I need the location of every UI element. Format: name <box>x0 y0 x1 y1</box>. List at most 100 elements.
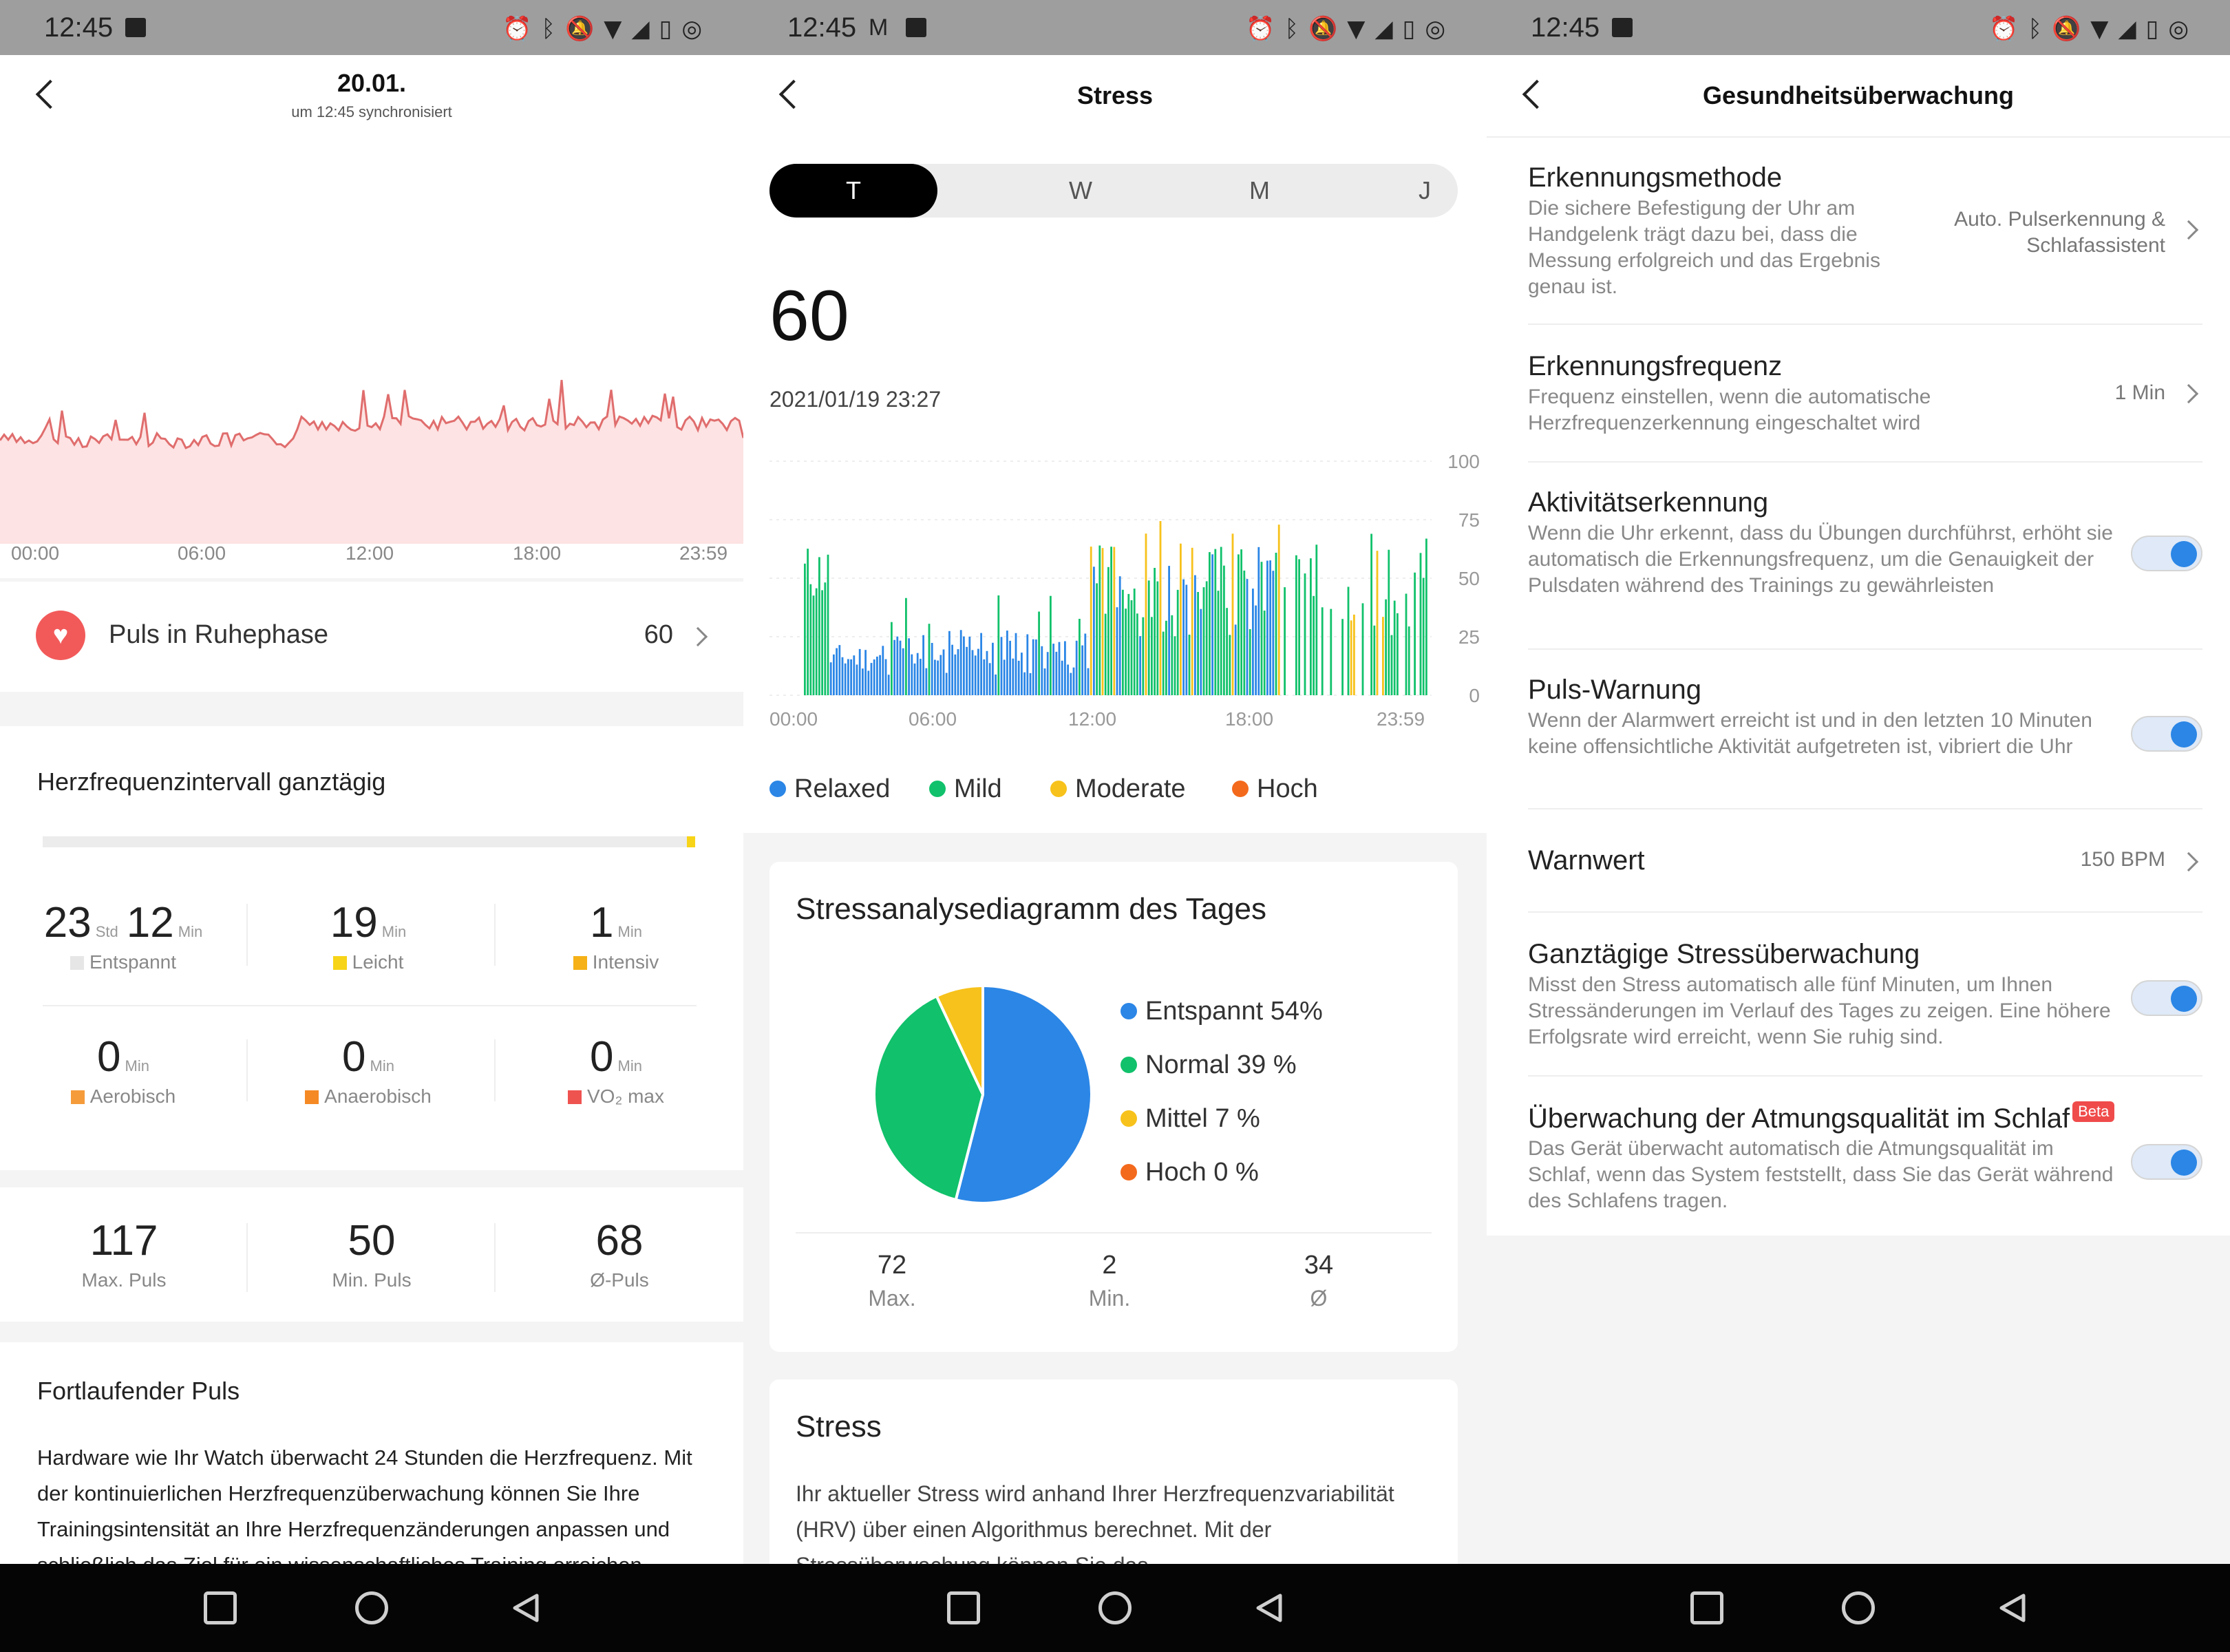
signal-icon: ◢ <box>631 15 650 43</box>
stress-bar <box>1113 547 1116 695</box>
stress-bar <box>891 622 893 695</box>
chevron-right-icon <box>688 626 708 647</box>
setting-title: Erkennungsmethode <box>1528 162 1783 193</box>
hr-warning-toggle[interactable] <box>2131 716 2202 752</box>
zone-value: 19 <box>330 899 378 946</box>
stress-panel: 12:45 M ⏰ ᛒ 🔕 ▼ ◢ ▯ ◎ Stress T W M J 60 … <box>743 0 1487 1652</box>
stress-bar <box>1180 543 1182 695</box>
setting-title: Erkennungsfrequenz <box>1528 351 1783 381</box>
kpi-value: 72 <box>877 1251 907 1280</box>
stress-datetime: 2021/01/19 23:27 <box>769 387 942 412</box>
info-title: Stress <box>796 1410 882 1443</box>
signal-icon: ◢ <box>2118 15 2136 43</box>
setting-detection-method[interactable]: Erkennungsmethode Die sichere Befestigun… <box>1487 138 2230 324</box>
kpi-avg: 34 Ø <box>1250 1251 1388 1311</box>
settings-list: Erkennungsmethode Die sichere Befestigun… <box>1487 138 2230 1236</box>
zone-unit: Std <box>95 923 118 940</box>
zone-aerobic: 0 Min Aerobisch <box>30 1032 216 1108</box>
stress-bar <box>1266 560 1268 695</box>
status-bar: 12:45 M ⏰ ᛒ 🔕 ▼ ◢ ▯ ◎ <box>743 0 1487 55</box>
back-triangle-icon[interactable] <box>1996 1591 2029 1624</box>
setting-value: Auto. Pulserkennung & Schlafassistent <box>1954 208 2165 257</box>
stress-bar <box>1147 580 1150 695</box>
setting-description: Die sichere Befestigung der Uhr am Handg… <box>1528 197 1880 298</box>
stress-bar <box>1231 533 1234 695</box>
stress-bar <box>995 674 997 695</box>
setting-description: Das Gerät überwacht automatisch die Atmu… <box>1528 1137 2114 1212</box>
legend-label: Hoch <box>1257 774 1318 803</box>
breathing-quality-toggle[interactable] <box>2131 1144 2202 1180</box>
alarm-icon: ⏰ <box>502 15 532 43</box>
stress-bar <box>997 595 1000 695</box>
stress-bar <box>1046 652 1049 695</box>
setting-description: Misst den Stress automatisch alle fünf M… <box>1528 973 2111 1048</box>
setting-warning-value[interactable]: Warnwert 150 BPM <box>1487 809 2230 911</box>
stress-bar <box>1361 603 1364 695</box>
zone-anaerobic: 0 Min Anaerobisch <box>275 1032 461 1108</box>
tab-year[interactable]: J <box>1335 164 1487 218</box>
page-title: 20.01. <box>337 69 407 97</box>
legend-high: Hoch <box>1232 774 1318 804</box>
y-tick-label: 75 <box>1458 509 1480 531</box>
stress-bar <box>1422 578 1425 695</box>
sync-status: um 12:45 synchronisiert <box>291 103 452 120</box>
resting-heart-rate-row[interactable]: ♥ Puls in Ruhephase 60 <box>0 582 743 692</box>
stress-bar <box>887 675 890 695</box>
back-triangle-icon[interactable] <box>1253 1591 1286 1624</box>
back-triangle-icon[interactable] <box>509 1591 542 1624</box>
navigation-bar <box>743 1564 1487 1652</box>
alarm-icon: ⏰ <box>1246 15 1275 43</box>
home-button[interactable] <box>355 1591 388 1624</box>
home-button[interactable] <box>1098 1591 1132 1624</box>
tab-week[interactable]: W <box>991 164 1170 218</box>
stress-bar <box>1125 608 1127 695</box>
stress-bar <box>1373 625 1376 695</box>
setting-value: 1 Min <box>2114 381 2165 404</box>
legend-dot <box>1121 1003 1137 1019</box>
activity-detection-toggle[interactable] <box>2131 536 2202 571</box>
recents-button[interactable] <box>204 1591 237 1624</box>
stress-bar <box>1202 587 1205 695</box>
legend-dot <box>1121 1164 1137 1180</box>
bluetooth-icon: ᛒ <box>2028 15 2042 43</box>
stress-monitoring-toggle[interactable] <box>2131 980 2202 1016</box>
zone-unit: Min <box>178 923 203 940</box>
header: Stress <box>743 55 1487 138</box>
heart-rate-panel: 12:45 ⏰ ᛒ 🔕 ▼ ◢ ▯ ◎ 20.01. um 12:45 sync… <box>0 0 743 1652</box>
x-tick-label: 06:00 <box>909 708 957 730</box>
summary-max: 117 Max. Puls <box>28 1216 220 1291</box>
stress-bar <box>1390 635 1393 695</box>
stress-bar <box>1197 592 1199 695</box>
setting-title: Puls-Warnung <box>1528 675 1701 705</box>
stress-bar <box>1026 634 1029 695</box>
stress-bar <box>862 668 864 695</box>
setting-detection-frequency[interactable]: Erkennungsfrequenz Frequenz einstellen, … <box>1487 325 2230 461</box>
stress-bar <box>1200 608 1202 695</box>
home-button[interactable] <box>1842 1591 1875 1624</box>
stress-bar <box>1315 544 1318 695</box>
stress-bar <box>841 657 844 695</box>
y-tick-label: 0 <box>1469 685 1480 706</box>
heart-rate-line-chart <box>0 379 743 544</box>
zone-unit: Min <box>125 1057 149 1074</box>
stress-bar <box>974 655 977 695</box>
stress-bar <box>1321 607 1324 695</box>
stress-bar <box>942 649 945 695</box>
recents-button[interactable] <box>947 1591 980 1624</box>
heart-rate-chart: 00:00 06:00 12:00 18:00 23:59 <box>0 158 743 578</box>
stress-bar <box>836 648 838 695</box>
x-tick-label: 23:59 <box>1377 708 1425 730</box>
pie-legend-high: Hoch 0 % <box>1121 1158 1259 1187</box>
stress-bar <box>1000 637 1003 695</box>
alarm-icon: ⏰ <box>1989 15 2019 43</box>
stress-bar <box>1217 591 1220 695</box>
bluetooth-icon: ᛒ <box>1284 15 1299 43</box>
stress-bar <box>1021 653 1023 695</box>
tab-month[interactable]: M <box>1170 164 1349 218</box>
stress-bar <box>908 638 910 695</box>
recents-button[interactable] <box>1690 1591 1723 1624</box>
stress-bar <box>833 654 835 695</box>
zone-label: Aerobisch <box>89 1086 176 1107</box>
tab-day[interactable]: T <box>769 164 937 218</box>
setting-title: Ganztägige Stressüberwachung <box>1528 939 1920 969</box>
